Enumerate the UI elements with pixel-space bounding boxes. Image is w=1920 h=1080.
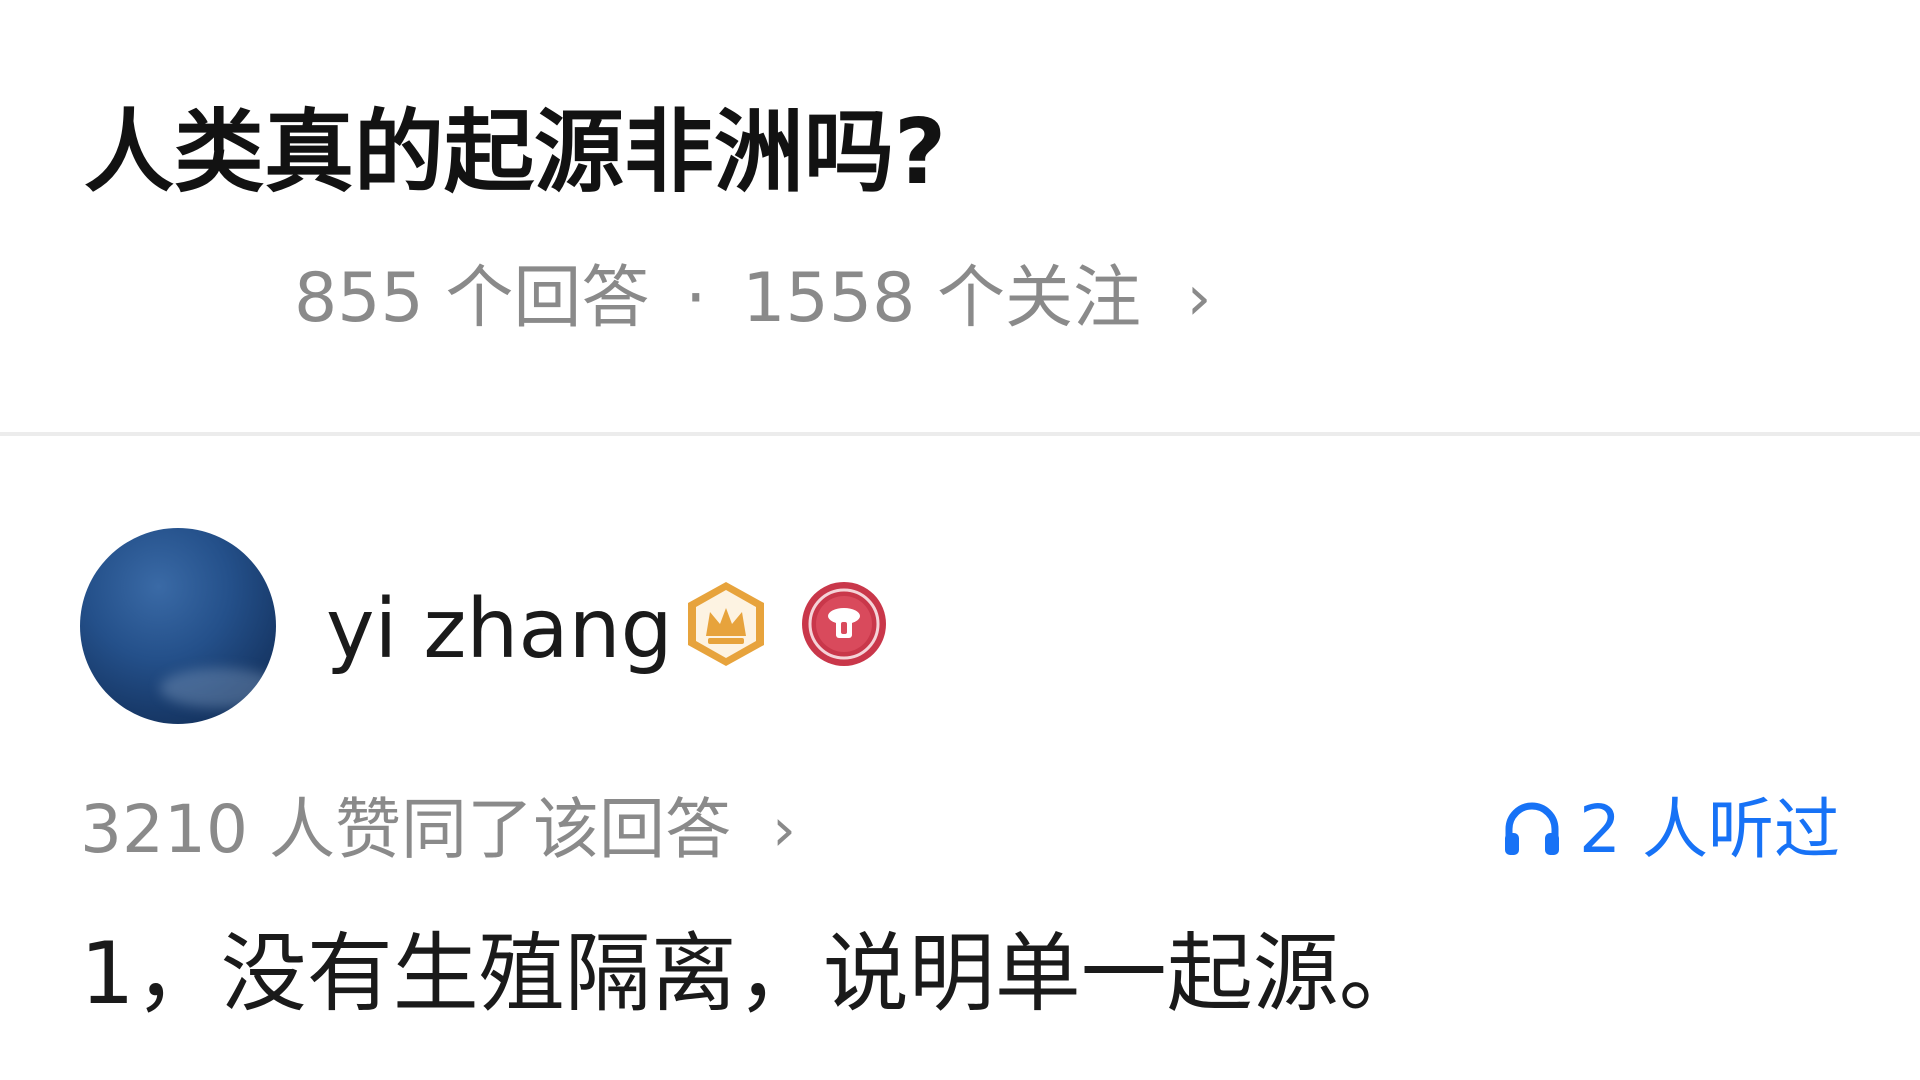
avatar[interactable] <box>80 528 276 724</box>
medal-badge-icon[interactable] <box>798 578 890 670</box>
listen-count-text: 2 人听过 <box>1579 791 1840 868</box>
answer-body: 1，没有生殖隔离，说明单一起源。 <box>80 924 1425 1024</box>
chevron-right-icon: › <box>771 795 796 865</box>
crown-badge-icon[interactable] <box>680 578 772 670</box>
meta-separator: · <box>685 259 707 338</box>
vote-count-link[interactable]: 3210 人赞同了该回答 › <box>80 790 796 870</box>
chevron-right-icon: › <box>1186 261 1212 334</box>
listen-count-button[interactable]: 2 人听过 <box>1501 790 1840 870</box>
headphone-icon <box>1505 802 1560 855</box>
follower-count: 1558 个关注 <box>742 259 1141 338</box>
section-divider <box>0 432 1920 436</box>
answer-count: 855 个回答 <box>294 259 650 338</box>
question-meta[interactable]: 855 个回答 · 1558 个关注 › <box>294 258 1211 339</box>
question-title[interactable]: 人类真的起源非洲吗? <box>84 98 946 208</box>
author-name[interactable]: yi zhang <box>326 582 673 678</box>
vote-count-text: 3210 人赞同了该回答 <box>80 791 731 868</box>
